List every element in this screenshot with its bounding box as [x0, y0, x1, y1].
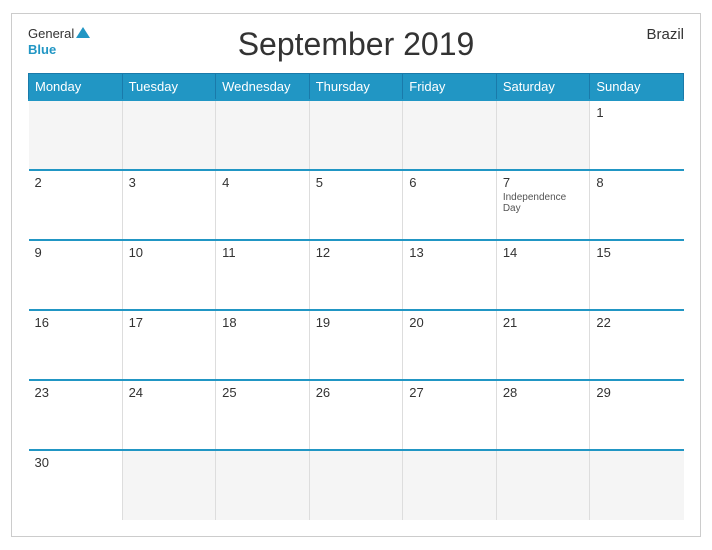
- calendar-day-cell: 24: [122, 380, 216, 450]
- day-number: 29: [596, 385, 677, 400]
- logo-blue-text: Blue: [28, 42, 56, 58]
- calendar-day-cell: 13: [403, 240, 497, 310]
- calendar-day-cell: 25: [216, 380, 310, 450]
- logo-triangle-icon: [76, 27, 90, 38]
- calendar-day-cell: 15: [590, 240, 684, 310]
- calendar-day-cell: 18: [216, 310, 310, 380]
- calendar-day-cell: 14: [496, 240, 590, 310]
- calendar-day-cell: 16: [29, 310, 123, 380]
- weekday-header: Thursday: [309, 74, 403, 101]
- calendar-day-cell: 22: [590, 310, 684, 380]
- calendar-day-cell: [403, 450, 497, 520]
- calendar-day-cell: [309, 450, 403, 520]
- calendar-day-cell: 5: [309, 170, 403, 240]
- calendar-day-cell: 23: [29, 380, 123, 450]
- day-number: 9: [35, 245, 116, 260]
- day-number: 12: [316, 245, 397, 260]
- day-number: 26: [316, 385, 397, 400]
- calendar-day-cell: [496, 100, 590, 170]
- day-number: 25: [222, 385, 303, 400]
- calendar-day-cell: 30: [29, 450, 123, 520]
- day-number: 10: [129, 245, 210, 260]
- calendar-day-cell: [309, 100, 403, 170]
- weekday-header: Monday: [29, 74, 123, 101]
- calendar-day-cell: 2: [29, 170, 123, 240]
- day-number: 20: [409, 315, 490, 330]
- day-number: 5: [316, 175, 397, 190]
- weekday-header-row: MondayTuesdayWednesdayThursdayFridaySatu…: [29, 74, 684, 101]
- calendar-day-cell: [122, 100, 216, 170]
- calendar-day-cell: 3: [122, 170, 216, 240]
- day-number: 1: [596, 105, 677, 120]
- calendar-day-cell: 4: [216, 170, 310, 240]
- day-number: 13: [409, 245, 490, 260]
- calendar-week-row: 30: [29, 450, 684, 520]
- calendar-day-cell: 21: [496, 310, 590, 380]
- calendar-day-cell: 6: [403, 170, 497, 240]
- holiday-label: Independence Day: [503, 192, 584, 214]
- day-number: 19: [316, 315, 397, 330]
- calendar-day-cell: [216, 450, 310, 520]
- calendar-day-cell: [590, 450, 684, 520]
- weekday-header: Wednesday: [216, 74, 310, 101]
- calendar-day-cell: [216, 100, 310, 170]
- day-number: 3: [129, 175, 210, 190]
- calendar-day-cell: 19: [309, 310, 403, 380]
- day-number: 17: [129, 315, 210, 330]
- calendar-day-cell: 27: [403, 380, 497, 450]
- day-number: 22: [596, 315, 677, 330]
- calendar-day-cell: 17: [122, 310, 216, 380]
- calendar-day-cell: 10: [122, 240, 216, 310]
- day-number: 4: [222, 175, 303, 190]
- calendar-day-cell: 29: [590, 380, 684, 450]
- day-number: 27: [409, 385, 490, 400]
- day-number: 2: [35, 175, 116, 190]
- calendar-day-cell: 12: [309, 240, 403, 310]
- calendar-day-cell: 11: [216, 240, 310, 310]
- country-label: Brazil: [646, 26, 684, 43]
- calendar-week-row: 1: [29, 100, 684, 170]
- logo-general-text: General: [28, 26, 74, 42]
- day-number: 15: [596, 245, 677, 260]
- calendar-title: September 2019: [238, 26, 475, 63]
- calendar-day-cell: [122, 450, 216, 520]
- weekday-header: Sunday: [590, 74, 684, 101]
- day-number: 14: [503, 245, 584, 260]
- day-number: 21: [503, 315, 584, 330]
- calendar-day-cell: 1: [590, 100, 684, 170]
- logo: General Blue: [28, 26, 90, 57]
- day-number: 23: [35, 385, 116, 400]
- day-number: 16: [35, 315, 116, 330]
- calendar-week-row: 23 24 25 26 27 28 29: [29, 380, 684, 450]
- calendar-day-cell: [29, 100, 123, 170]
- day-number: 24: [129, 385, 210, 400]
- day-number: 7: [503, 175, 584, 190]
- day-number: 28: [503, 385, 584, 400]
- calendar-day-cell: [403, 100, 497, 170]
- calendar-week-row: 234567 Independence Day 8: [29, 170, 684, 240]
- weekday-header: Tuesday: [122, 74, 216, 101]
- day-number: 8: [596, 175, 677, 190]
- calendar-day-cell: [496, 450, 590, 520]
- calendar-week-row: 9 10 11 12 13 14 15: [29, 240, 684, 310]
- calendar-day-cell: 9: [29, 240, 123, 310]
- calendar-table: MondayTuesdayWednesdayThursdayFridaySatu…: [28, 73, 684, 520]
- calendar: General Blue September 2019 Brazil Monda…: [11, 13, 701, 537]
- calendar-day-cell: 8: [590, 170, 684, 240]
- calendar-week-row: 16 17 18 19 20 21 22: [29, 310, 684, 380]
- day-number: 30: [35, 455, 116, 470]
- calendar-day-cell: 28: [496, 380, 590, 450]
- day-number: 6: [409, 175, 490, 190]
- day-number: 11: [222, 245, 303, 260]
- calendar-day-cell: 20: [403, 310, 497, 380]
- weekday-header: Saturday: [496, 74, 590, 101]
- calendar-day-cell: 7 Independence Day: [496, 170, 590, 240]
- weekday-header: Friday: [403, 74, 497, 101]
- calendar-header: General Blue September 2019 Brazil: [28, 26, 684, 63]
- day-number: 18: [222, 315, 303, 330]
- calendar-day-cell: 26: [309, 380, 403, 450]
